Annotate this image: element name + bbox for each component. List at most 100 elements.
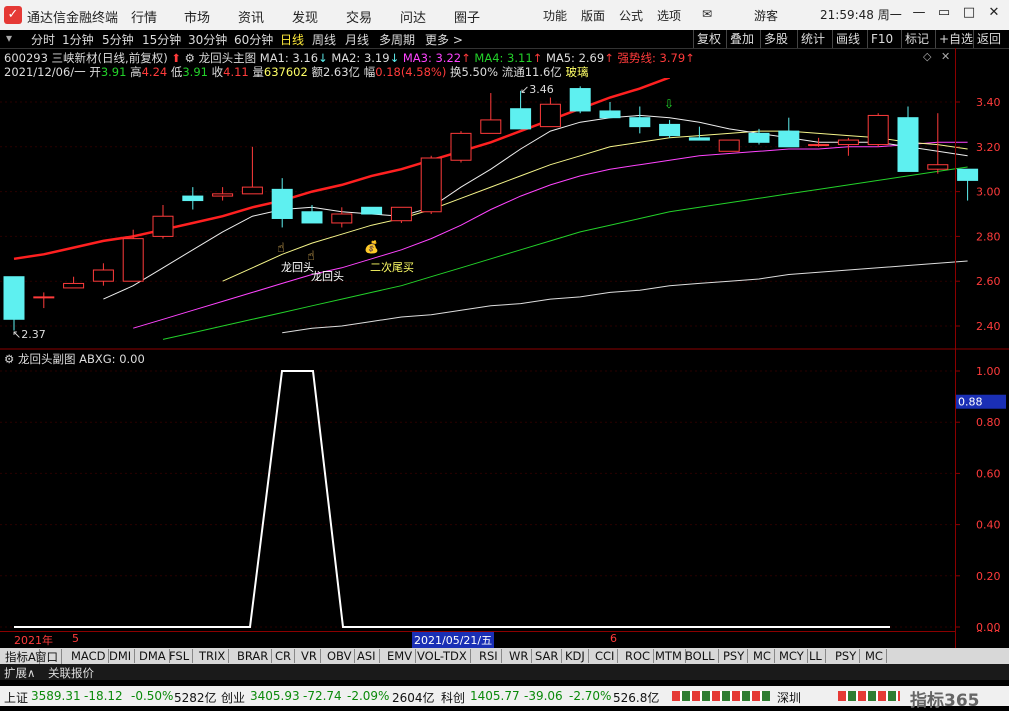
menu-gongneng[interactable]: 功能 (543, 7, 567, 24)
indicator-tab[interactable]: DMI (106, 649, 136, 663)
diejia-button[interactable]: 叠加 (726, 30, 757, 48)
candle-body-down[interactable] (271, 188, 293, 219)
candle-body-up[interactable] (241, 186, 263, 195)
candle-body-up[interactable] (390, 206, 412, 222)
candle-body-up[interactable] (63, 282, 85, 289)
duogu-button[interactable]: 多股 (760, 30, 791, 48)
user-label[interactable]: 游客 (754, 7, 778, 24)
menu-banmian[interactable]: 版面 (581, 7, 605, 24)
period-15min[interactable]: 15分钟 (142, 31, 181, 48)
indicator-tab[interactable]: TRIX (196, 649, 230, 663)
restore-icon[interactable]: ▭ (937, 5, 951, 21)
menu-hangqing[interactable]: 行情 (131, 7, 157, 26)
candle-body-up[interactable] (122, 238, 144, 282)
settings-icon[interactable]: ⚙ (185, 51, 195, 65)
indicator-tab[interactable]: RSI (476, 649, 502, 663)
tongji-button[interactable]: 统计 (797, 30, 828, 48)
candles[interactable] (3, 86, 979, 331)
candle-body-up[interactable] (808, 144, 830, 147)
period-multi[interactable]: 多周期 (379, 31, 415, 48)
indicator-tab[interactable]: MC (750, 649, 775, 663)
expand-button[interactable]: 扩展∧ (4, 665, 35, 681)
candle-body-up[interactable] (837, 139, 859, 146)
indicator-tab[interactable]: KDJ (562, 649, 589, 663)
indicator-tab[interactable]: LL (806, 649, 826, 663)
sector-value[interactable]: 玻璃 (565, 65, 588, 79)
period-more[interactable]: 更多 > (425, 31, 463, 48)
candle-body-down[interactable] (569, 88, 591, 112)
candle-body-up[interactable] (331, 213, 353, 224)
period-1min[interactable]: 1分钟 (62, 31, 94, 48)
candle-body-up[interactable] (539, 103, 561, 128)
indicator-tab[interactable]: VOL-TDX (414, 649, 471, 663)
candle-body-down[interactable] (3, 276, 25, 320)
candle-body-up[interactable] (92, 269, 114, 282)
panel-close-icon[interactable]: ✕ (941, 50, 950, 63)
mail-icon[interactable]: ✉ (702, 7, 712, 21)
candle-body-down[interactable] (629, 117, 651, 128)
minimize-icon[interactable]: — (912, 5, 926, 21)
candle-body-up[interactable] (867, 114, 889, 146)
back-button[interactable]: 返回 (973, 30, 1004, 48)
fuquan-button[interactable]: 复权 (693, 30, 724, 48)
sz-label[interactable]: 深圳 (777, 689, 801, 706)
indicator-tab[interactable]: EMV (384, 649, 417, 663)
period-30min[interactable]: 30分钟 (188, 31, 227, 48)
indicator-title[interactable]: 龙回头主图 (199, 51, 257, 65)
candle-body-down[interactable] (599, 110, 621, 119)
period-5min[interactable]: 5分钟 (102, 31, 134, 48)
indicator-tab[interactable]: MTM (652, 649, 686, 663)
candle-body-up[interactable] (420, 157, 442, 213)
indicator-tab[interactable]: CCI (592, 649, 619, 663)
indicator-tab[interactable]: WR (506, 649, 533, 663)
menu-xuanxiang[interactable]: 选项 (657, 7, 681, 24)
candle-body-down[interactable] (182, 195, 204, 202)
add-watchlist-button[interactable]: +自选 (935, 30, 976, 48)
candle-body-down[interactable] (778, 130, 800, 148)
menu-faxian[interactable]: 发现 (292, 7, 318, 26)
candle-body-down[interactable] (301, 211, 323, 224)
candle-body-up[interactable] (33, 296, 55, 299)
period-60min[interactable]: 60分钟 (234, 31, 273, 48)
candle-body-down[interactable] (957, 168, 979, 181)
diamond-icon[interactable]: ◇ (923, 50, 931, 63)
toolbar-toggle-icon[interactable]: ▾ (6, 31, 12, 45)
f10-button[interactable]: F10 (867, 30, 896, 48)
candle-body-up[interactable] (718, 139, 740, 152)
indicator-tab[interactable]: PSY (832, 649, 861, 663)
indicator-tab[interactable]: MCY (776, 649, 808, 663)
candle-body-down[interactable] (748, 132, 770, 143)
candle-body-up[interactable] (927, 164, 949, 170)
cy-label[interactable]: 创业 (221, 689, 245, 706)
maximize-icon[interactable]: □ (962, 5, 976, 21)
candle-body-up[interactable] (480, 119, 502, 134)
indicator-tab[interactable]: 窗口 (32, 649, 62, 665)
candle-body-down[interactable] (659, 123, 681, 137)
indicator-tab[interactable]: PSY (720, 649, 749, 663)
indicator-tab[interactable]: FSL (166, 649, 194, 663)
close-icon[interactable]: ✕ (987, 5, 1001, 21)
period-weekly[interactable]: 周线 (312, 31, 336, 48)
period-monthly[interactable]: 月线 (345, 31, 369, 48)
indicator-tab[interactable]: BOLL (682, 649, 719, 663)
period-daily[interactable]: 日线 (280, 31, 304, 48)
candle-body-up[interactable] (152, 215, 174, 237)
indicator-tab[interactable]: OBV (324, 649, 356, 663)
price-chart[interactable]: 3.40 3.20 3.00 2.80 2.60 2.40 (0, 78, 1009, 350)
indicator-tab[interactable]: DMA (136, 649, 170, 663)
biaoji-button[interactable]: 标记 (901, 30, 932, 48)
candle-body-down[interactable] (510, 108, 532, 130)
indicator-tab[interactable]: BRAR (234, 649, 273, 663)
menu-jiaoyi[interactable]: 交易 (346, 7, 372, 26)
period-fenshi[interactable]: 分时 (31, 31, 55, 48)
indicator-tab[interactable]: ASI (354, 649, 380, 663)
menu-wenda[interactable]: 问达 (400, 7, 426, 26)
kc-label[interactable]: 科创 (441, 689, 465, 706)
menu-quanzi[interactable]: 圈子 (454, 7, 480, 26)
menu-zixun[interactable]: 资讯 (238, 7, 264, 26)
indicator-tab[interactable]: CR (272, 649, 296, 663)
candle-body-up[interactable] (450, 132, 472, 161)
candle-body-up[interactable] (212, 193, 234, 197)
indicator-tab[interactable]: SAR (532, 649, 563, 663)
indicator-tab[interactable]: MC (862, 649, 887, 663)
